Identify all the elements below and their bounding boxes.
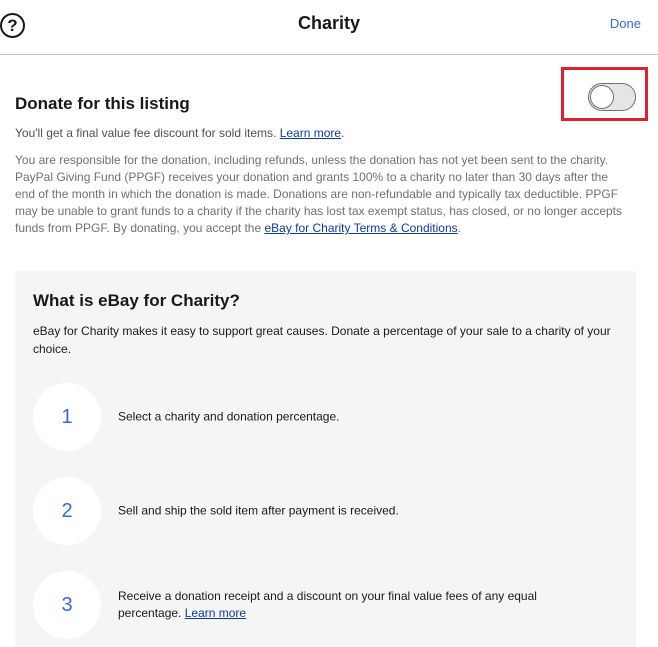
done-button[interactable]: Done <box>610 16 641 31</box>
step-1: 1 Select a charity and donation percenta… <box>33 383 618 451</box>
page-title: Charity <box>297 13 360 33</box>
legal-paragraph: You are responsible for the donation, in… <box>15 152 625 237</box>
step-number-badge: 2 <box>33 477 101 545</box>
step-text: Select a charity and donation percentage… <box>118 409 340 424</box>
step-number: 3 <box>61 593 73 616</box>
donate-title: Donate for this listing <box>15 94 190 113</box>
info-description: eBay for Charity makes it easy to suppor… <box>33 324 611 356</box>
legal-period: . <box>457 221 462 235</box>
step-3-text: Receive a donation receipt and a discoun… <box>118 589 537 620</box>
step-text: Receive a donation receipt and a discoun… <box>118 588 588 622</box>
toggle-knob <box>590 85 614 109</box>
header-bar: ? Charity Done <box>0 0 658 55</box>
fee-discount-text: You'll get a final value fee discount fo… <box>15 126 344 140</box>
step-3: 3 Receive a donation receipt and a disco… <box>33 571 618 639</box>
learn-more-link-step[interactable]: Learn more <box>185 606 246 620</box>
step-2: 2 Sell and ship the sold item after paym… <box>33 477 618 545</box>
learn-more-link[interactable]: Learn more <box>280 126 341 140</box>
terms-conditions-link[interactable]: eBay for Charity Terms & Conditions <box>264 221 457 235</box>
charity-info-box: What is eBay for Charity? eBay for Chari… <box>15 271 636 647</box>
charity-page: ? Charity Done Donate for this listing Y… <box>0 0 658 647</box>
step-number: 2 <box>61 499 73 522</box>
fee-period: . <box>341 126 345 140</box>
fee-discount-label: You'll get a final value fee discount fo… <box>15 126 277 140</box>
info-title: What is eBay for Charity? <box>33 291 240 310</box>
step-number: 1 <box>61 405 73 428</box>
step-number-badge: 1 <box>33 383 101 451</box>
step-number-badge: 3 <box>33 571 101 639</box>
step-text: Sell and ship the sold item after paymen… <box>118 503 399 518</box>
donate-toggle[interactable] <box>588 83 636 111</box>
